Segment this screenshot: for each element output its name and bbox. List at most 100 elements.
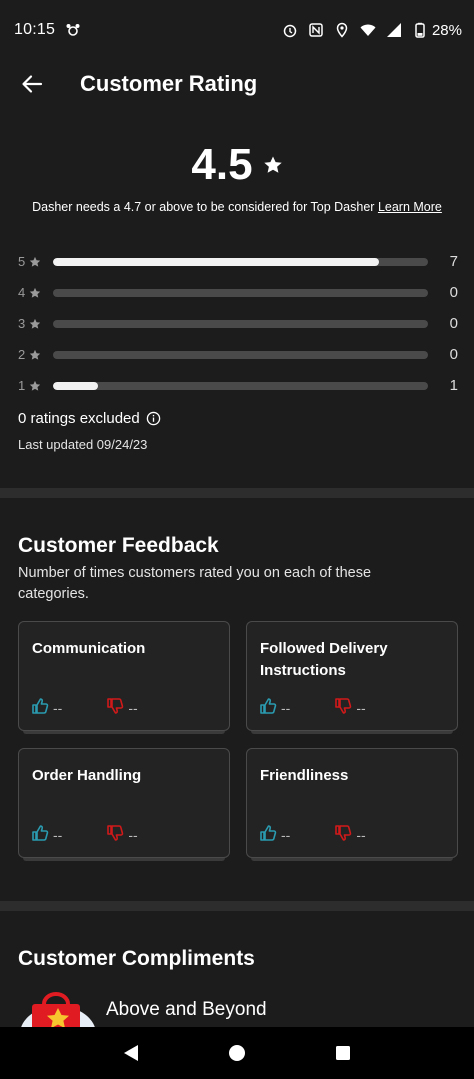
signal-icon <box>386 22 402 38</box>
thumbs-down-value: -- <box>128 699 138 716</box>
star-icon <box>30 256 41 267</box>
star-count-label: 4 <box>18 285 52 300</box>
status-bar: 10:15 28% <box>0 0 474 60</box>
rating-count: 0 <box>449 315 458 332</box>
rating-bar-fill <box>53 257 380 266</box>
back-button[interactable] <box>10 62 54 106</box>
compliment-label: Above and Beyond <box>106 999 267 1020</box>
system-nav-bar <box>0 1027 474 1079</box>
feedback-votes: -- -- <box>31 824 138 845</box>
thumbs-up-count: -- <box>259 697 290 718</box>
rating-bar-track <box>53 350 428 359</box>
feedback-card[interactable]: Communication -- -- <box>18 621 230 734</box>
feedback-card[interactable]: Followed Delivery Instructions -- -- <box>246 621 458 734</box>
rating-count: 0 <box>449 284 458 301</box>
feedback-title: Customer Feedback <box>18 534 219 557</box>
thumbs-down-value: -- <box>128 826 138 843</box>
app-bar: Customer Rating <box>0 60 474 108</box>
nfc-icon <box>308 22 324 38</box>
thumbs-up-value: -- <box>281 699 291 716</box>
thumbs-down-icon <box>334 824 352 845</box>
star-number: 5 <box>18 254 26 269</box>
thumbs-up-value: -- <box>281 826 291 843</box>
star-count-label: 3 <box>18 316 52 331</box>
nav-back-button[interactable] <box>121 1043 141 1063</box>
nav-home-button[interactable] <box>227 1043 247 1063</box>
star-icon <box>30 318 41 329</box>
rating-summary: 4.5 <box>0 140 474 190</box>
top-dasher-note: Dasher needs a 4.7 or above to be consid… <box>0 200 474 214</box>
square-recents-icon <box>336 1046 350 1060</box>
compliments-title: Customer Compliments <box>18 947 255 970</box>
battery-icon <box>412 22 428 38</box>
feedback-card-title: Order Handling <box>32 767 142 784</box>
feedback-subtitle: Number of times customers rated you on e… <box>18 565 372 602</box>
battery-percent: 28% <box>431 21 462 39</box>
arrow-left-icon <box>22 75 43 93</box>
feedback-card[interactable]: Order Handling -- -- <box>18 748 230 861</box>
thumbs-down-icon <box>106 697 124 718</box>
location-icon <box>334 22 350 38</box>
wifi-icon <box>360 22 376 38</box>
rating-value: 4.5 <box>191 140 253 189</box>
thumbs-up-count: -- <box>31 697 62 718</box>
rating-distribution: 5740302011 <box>18 246 462 401</box>
thumbs-down-icon <box>106 824 124 845</box>
card-bottom-edge <box>251 731 453 734</box>
mascot-notification-icon <box>65 22 81 38</box>
circle-home-icon <box>229 1045 245 1061</box>
feedback-votes: -- -- <box>259 697 366 718</box>
page-title: Customer Rating <box>80 71 258 96</box>
top-dasher-note-text: Dasher needs a 4.7 or above to be consid… <box>32 200 378 214</box>
ratings-excluded-text: 0 ratings excluded <box>18 410 140 427</box>
rating-value-group: 4.5 <box>191 140 282 190</box>
thumbs-up-count: -- <box>259 824 290 845</box>
rating-count: 0 <box>449 346 458 363</box>
feedback-card-title: Communication <box>32 640 146 657</box>
rating-bar-row: 11 <box>18 370 462 401</box>
star-count-label: 5 <box>18 254 52 269</box>
ratings-excluded[interactable]: 0 ratings excluded <box>18 410 161 427</box>
star-count-label: 1 <box>18 378 52 393</box>
compliment-item[interactable]: Above and Beyond <box>18 990 267 1030</box>
thumbs-up-icon <box>259 824 277 845</box>
alarm-icon <box>282 22 298 38</box>
rating-bar-fill <box>53 381 98 390</box>
triangle-back-icon <box>124 1045 138 1061</box>
nav-recents-button[interactable] <box>333 1043 353 1063</box>
feedback-card-title: Friendliness <box>260 767 349 784</box>
rating-count: 7 <box>449 253 458 270</box>
star-count-label: 2 <box>18 347 52 362</box>
star-number: 3 <box>18 316 26 331</box>
thumbs-up-icon <box>31 697 49 718</box>
feedback-card[interactable]: Friendliness -- -- <box>246 748 458 861</box>
status-time: 10:15 <box>14 21 56 38</box>
thumbs-down-value: -- <box>356 826 366 843</box>
feedback-votes: -- -- <box>31 697 138 718</box>
rating-count: 1 <box>449 377 458 394</box>
star-icon <box>30 380 41 391</box>
thumbs-up-icon <box>31 824 49 845</box>
star-icon <box>263 156 282 173</box>
gift-bag-icon <box>18 990 98 1030</box>
section-divider <box>0 901 474 911</box>
rating-bar-row: 57 <box>18 246 462 277</box>
learn-more-link[interactable]: Learn More <box>378 200 442 214</box>
thumbs-down-icon <box>334 697 352 718</box>
card-bottom-edge <box>23 858 225 861</box>
star-number: 2 <box>18 347 26 362</box>
feedback-card-title: Followed Delivery Instructions <box>260 640 388 679</box>
thumbs-down-count: -- <box>334 697 366 718</box>
star-number: 1 <box>18 378 26 393</box>
card-bottom-edge <box>251 858 453 861</box>
rating-bar-track <box>53 381 428 390</box>
card-bottom-edge <box>23 731 225 734</box>
rating-bar-track <box>53 257 428 266</box>
rating-bar-row: 30 <box>18 308 462 339</box>
star-number: 4 <box>18 285 26 300</box>
star-icon <box>30 349 41 360</box>
info-icon[interactable] <box>146 411 161 426</box>
thumbs-up-count: -- <box>31 824 62 845</box>
thumbs-up-value: -- <box>53 699 63 716</box>
rating-bar-track <box>53 319 428 328</box>
